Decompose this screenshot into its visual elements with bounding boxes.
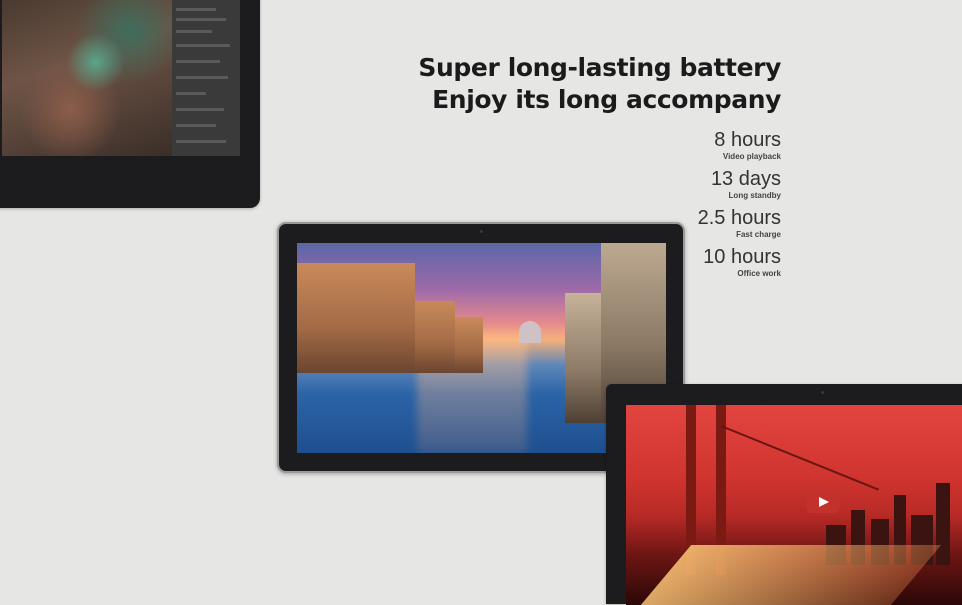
front-camera: [821, 391, 824, 394]
tablet-photo-editor: [0, 0, 260, 208]
panel-row: [176, 124, 216, 127]
stat-office-work: 10 hours Office work: [698, 245, 781, 279]
play-icon: [819, 497, 829, 507]
panel-row: [176, 30, 212, 33]
stat-value: 13 days: [710, 168, 781, 190]
battery-stats-list: 8 hours Video playback 13 days Long stan…: [698, 128, 781, 284]
stat-value: 10 hours: [703, 246, 781, 268]
panel-row: [176, 60, 220, 63]
palazzo-left: [297, 263, 415, 373]
fantasy-artwork-image: [2, 0, 172, 156]
editor-side-panel: [172, 0, 240, 156]
stat-value: 8 hours: [714, 129, 781, 151]
stat-video-playback: 8 hours Video playback: [698, 128, 781, 162]
palazzo-left-2: [415, 301, 455, 373]
panel-row: [176, 76, 228, 79]
panel-row: [176, 8, 216, 11]
stat-label: Fast charge: [736, 230, 781, 239]
bridge-cable: [720, 425, 879, 491]
stat-label: Long standby: [728, 191, 781, 200]
skyline-building: [936, 483, 950, 565]
headline-line-1: Super long-lasting battery: [418, 53, 781, 82]
front-camera: [480, 230, 483, 233]
stat-long-standby: 13 days Long standby: [698, 167, 781, 201]
palazzo-left-3: [455, 317, 483, 373]
palazzo-right-2: [565, 293, 601, 423]
headline-line-2: Enjoy its long accompany: [432, 85, 781, 114]
video-play-button[interactable]: [806, 491, 840, 513]
panel-row: [176, 140, 226, 143]
stat-fast-charge: 2.5 hours Fast charge: [698, 206, 781, 240]
basilica-dome: [519, 321, 541, 343]
panel-row: [176, 18, 226, 21]
panel-row: [176, 92, 206, 95]
stat-value: 2.5 hours: [697, 207, 781, 229]
tablet-video-player: [606, 384, 962, 605]
stat-label: Video playback: [722, 152, 781, 161]
panel-row: [176, 44, 230, 47]
panel-row: [176, 108, 224, 111]
bridge-road-lights: [640, 545, 942, 605]
photo-editor-screen: [2, 0, 240, 156]
stat-label: Office work: [737, 269, 781, 278]
bridge-video-screen: [626, 405, 962, 605]
